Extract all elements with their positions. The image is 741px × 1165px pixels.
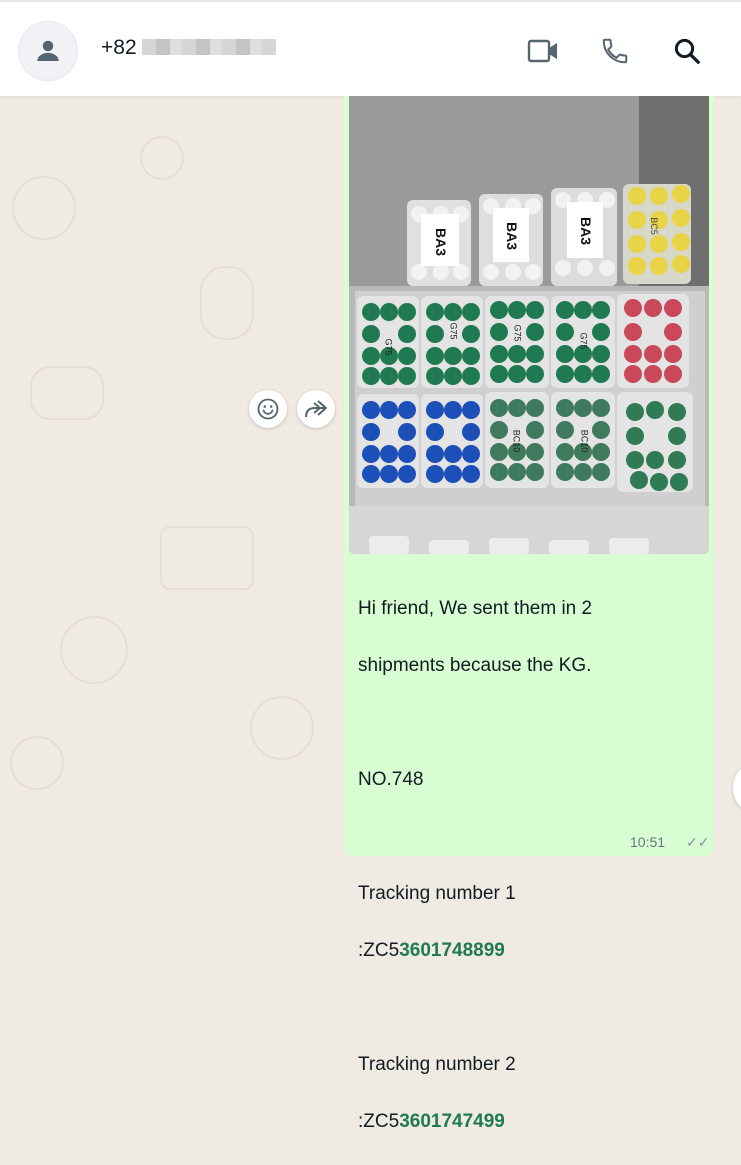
emoji-icon	[257, 398, 279, 420]
tracking-line-2: :ZC53601747499	[358, 1108, 703, 1137]
photo-label: BC5	[648, 217, 659, 235]
person-icon	[37, 40, 59, 61]
message-line	[358, 994, 703, 1023]
redacted-phone-number	[142, 39, 276, 55]
message-line: shipments because the KG.	[358, 654, 592, 676]
message-line: Tracking number 2	[358, 1053, 516, 1075]
photo-label: G75	[383, 338, 394, 356]
message-line	[358, 709, 703, 738]
message-time: 10:51	[630, 834, 666, 850]
photo-label: BA3	[578, 216, 595, 246]
search-button[interactable]	[670, 34, 704, 68]
chat-header: +82	[0, 0, 741, 96]
react-button[interactable]	[249, 390, 287, 428]
tracking-prefix: :ZC5	[358, 939, 400, 961]
forward-icon	[305, 400, 327, 418]
message-line: Tracking number 1	[358, 882, 516, 904]
photo-label: BA3	[433, 227, 450, 257]
photo-label: BC10	[579, 429, 590, 453]
message-photo[interactable]: BA3 BA3 BA3 BC5 G75 G75 G75 G75 BC10 BC1…	[349, 96, 709, 554]
message-line: Hi friend, We sent them in 2	[358, 597, 593, 619]
message-line: NO.748	[358, 768, 424, 790]
photo-label: G75	[578, 332, 589, 350]
photo-labels: BA3 BA3 BA3 BC5 G75 G75 G75 G75 BC10 BC1…	[349, 96, 709, 554]
voice-call-button[interactable]	[598, 34, 632, 68]
contact-name[interactable]: +82	[101, 36, 137, 60]
voice-call-icon	[602, 38, 628, 64]
video-call-button[interactable]	[526, 34, 560, 68]
video-call-icon	[527, 39, 557, 63]
tracking-number-link[interactable]: 3601747499	[399, 1111, 505, 1132]
tracking-number-link[interactable]: 3601748899	[399, 940, 505, 961]
tracking-prefix: :ZC5	[358, 1110, 400, 1132]
photo-label: BA3	[504, 221, 521, 251]
avatar[interactable]	[18, 21, 78, 81]
photo-label: BC10	[511, 429, 522, 453]
message-text: Hi friend, We sent them in 2 shipments b…	[358, 566, 703, 1165]
read-receipt-icon: ✓✓	[686, 834, 710, 850]
forward-button[interactable]	[297, 390, 335, 428]
photo-label: G75	[512, 324, 523, 342]
tracking-line-1: :ZC53601748899	[358, 937, 703, 966]
search-icon	[674, 38, 700, 64]
photo-label: G75	[448, 322, 459, 340]
